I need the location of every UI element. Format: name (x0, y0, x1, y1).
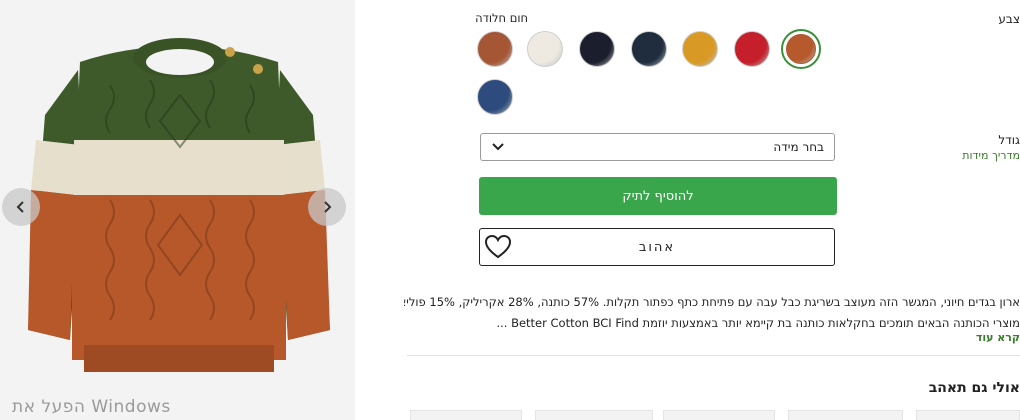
recommendation-card[interactable] (410, 410, 522, 420)
recommendation-card[interactable] (788, 410, 903, 420)
recommendation-card[interactable] (916, 410, 1020, 420)
color-label: צבע (998, 12, 1020, 26)
color-swatch-cream[interactable] (527, 31, 563, 67)
section-divider (407, 355, 1020, 356)
color-swatch-mustard[interactable] (682, 31, 718, 67)
recommendation-card[interactable] (663, 410, 775, 420)
color-swatch-blue[interactable] (477, 79, 513, 115)
carousel-next-button[interactable] (308, 188, 346, 226)
product-image (0, 0, 355, 420)
chevron-down-icon (492, 143, 504, 151)
description-line-2: מוצרי הכותנה הבאים תומכים בחקלאות כותנה … (496, 316, 1020, 330)
color-swatch-fill (786, 34, 816, 64)
size-label: גודל (998, 133, 1020, 147)
recommendations-title-text: אולי גם תאהב (928, 380, 1020, 396)
carousel-prev-button[interactable] (2, 188, 40, 226)
product-image-panel: הפעל את Windows (0, 0, 355, 420)
read-more-link[interactable]: קרא עוד (976, 331, 1020, 344)
add-to-bag-button[interactable]: להוסיף לתיק (479, 177, 837, 215)
color-swatch-red[interactable] (734, 31, 770, 67)
recommendations-title: אולי גם תאהב (404, 380, 1020, 396)
color-swatch-tan[interactable] (477, 31, 513, 67)
size-select[interactable]: בחר מידה (480, 133, 835, 161)
add-to-bag-label: להוסיף לתיק (622, 188, 694, 204)
recommendation-card[interactable] (535, 410, 653, 420)
chevron-right-icon (324, 201, 332, 213)
size-select-value: בחר מידה (773, 140, 824, 154)
chevron-left-icon (16, 201, 24, 213)
color-swatch-navy-fleck[interactable] (631, 31, 667, 67)
heart-icon (484, 234, 512, 259)
size-guide-link[interactable]: מדריך מידות (962, 149, 1020, 162)
selected-color-name: חום חלודה (475, 11, 528, 25)
favourite-button[interactable]: אהוב (479, 228, 835, 266)
color-swatch-rust[interactable] (781, 29, 821, 69)
favourite-label: אהוב (638, 239, 676, 255)
os-activation-watermark: הפעל את Windows (12, 397, 171, 417)
description-line-1: ארון בגדים חיוני, המגשר הזה מעוצב בשריגת… (404, 295, 1020, 309)
color-swatch-navy[interactable] (579, 31, 615, 67)
product-options-panel: צבע חום חלודה גודל מדריך מידות בחר מידה … (380, 0, 1020, 420)
product-description: ארון בגדים חיוני, המגשר הזה מעוצב בשריגת… (404, 292, 1020, 334)
